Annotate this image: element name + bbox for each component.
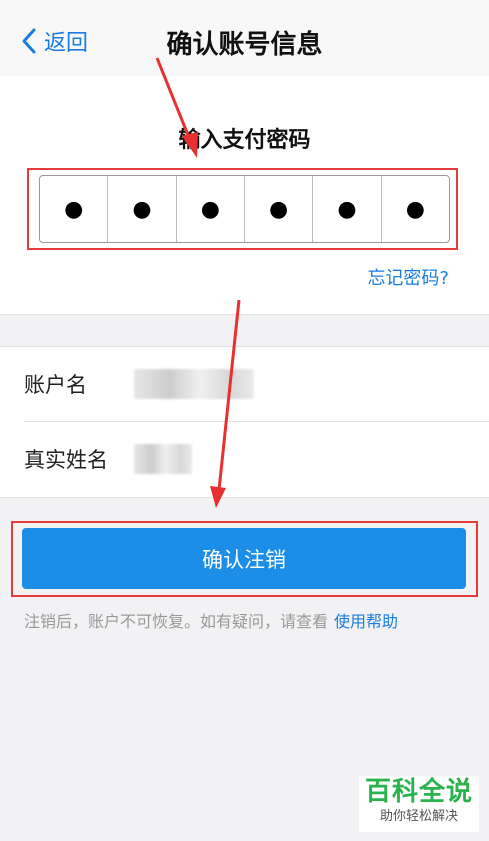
password-digit: ● [177, 176, 245, 242]
forgot-password-link[interactable]: 忘记密码? [367, 264, 449, 290]
watermark-logo: 百科全说 助你轻松解决 [359, 776, 479, 832]
account-info-card: 账户名 真实姓名 [0, 346, 489, 498]
account-name-value-blurred [134, 369, 254, 399]
password-digit: ● [405, 196, 425, 222]
watermark-main: 百科全说 [364, 777, 473, 807]
note-text: 注销后，账户不可恢复。如有疑问，请查看 [24, 612, 329, 631]
password-card: 输入支付密码 ● ● ● ● ● ● 忘记密码? [0, 76, 489, 315]
password-digit: ● [313, 176, 382, 242]
password-digit: ● [108, 176, 177, 242]
real-name-value-blurred [134, 444, 192, 474]
password-digit: ● [245, 176, 314, 242]
cancel-note: 注销后，账户不可恢复。如有疑问，请查看 使用帮助 [24, 608, 398, 632]
help-link[interactable]: 使用帮助 [334, 612, 398, 631]
real-name-label: 真实姓名 [24, 448, 108, 472]
navigation-bar: 返回 确认账号信息 [0, 0, 489, 76]
confirm-cancel-button[interactable]: 确认注销 [22, 528, 466, 589]
password-title: 输入支付密码 [178, 128, 311, 153]
password-digit: ● [40, 176, 109, 242]
watermark-sub: 助你轻松解决 [379, 809, 458, 824]
password-input[interactable]: ● ● ● ● ● ● [39, 175, 450, 243]
real-name-row: 真实姓名 [0, 422, 489, 496]
account-name-label: 账户名 [24, 373, 87, 397]
page-title: 确认账号信息 [166, 30, 323, 60]
account-name-row: 账户名 [0, 347, 489, 421]
